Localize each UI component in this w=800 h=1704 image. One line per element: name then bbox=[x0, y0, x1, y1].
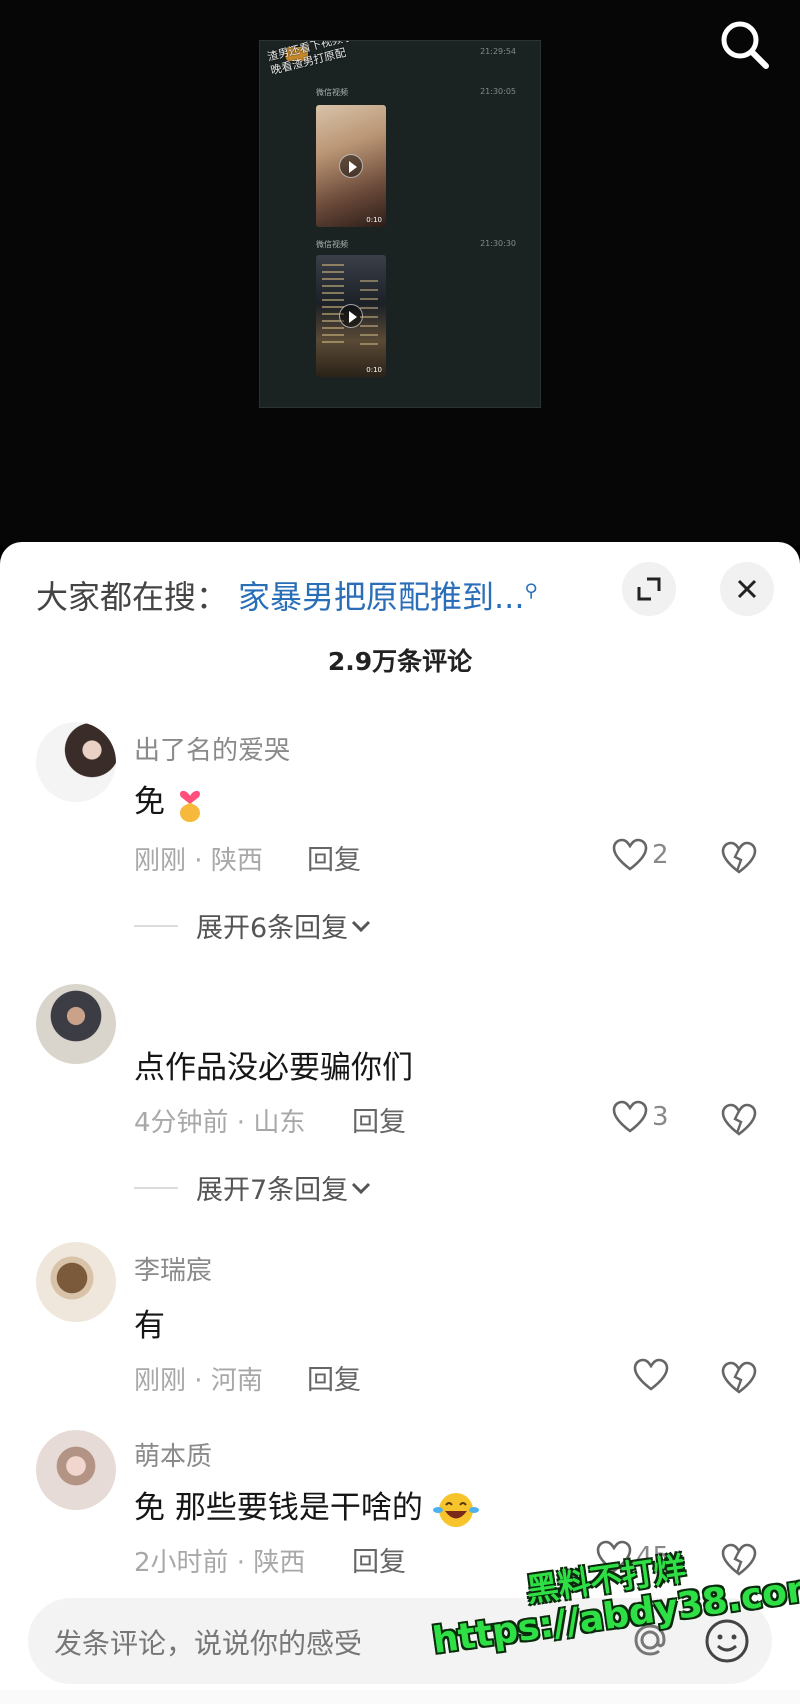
search-button[interactable] bbox=[714, 14, 774, 74]
bottom-strip bbox=[0, 1690, 800, 1704]
search-small-icon: ⚲ bbox=[524, 580, 538, 602]
comment-input-placeholder: 发条评论，说说你的感受 bbox=[54, 1627, 363, 1660]
expand-button[interactable] bbox=[622, 562, 676, 616]
search-icon bbox=[721, 21, 769, 69]
comment-meta: 刚刚 · 河南 bbox=[134, 1366, 263, 1396]
comment-username[interactable]: 萌本质 bbox=[134, 1436, 212, 1473]
chat-timestamp: 21:30:30 bbox=[480, 239, 516, 248]
broken-heart-icon[interactable] bbox=[721, 1542, 757, 1578]
expand-replies-button[interactable]: 展开7条回复 bbox=[134, 1168, 374, 1207]
like-button[interactable] bbox=[633, 1358, 673, 1392]
reply-button[interactable]: 回复 bbox=[352, 1100, 406, 1139]
reply-button[interactable]: 回复 bbox=[307, 1358, 361, 1397]
video-duration: 0:10 bbox=[366, 366, 382, 374]
like-button[interactable]: 45 bbox=[596, 1540, 669, 1574]
comment-item: 出了名的爱哭 免 刚刚 · 陕西 回复 2 展开6条回复 bbox=[0, 722, 800, 962]
heart-icon bbox=[596, 1540, 632, 1573]
sheet-header: 大家都在搜： 家暴男把原配推到...⚲ 2.9万条评论 bbox=[0, 542, 800, 692]
app-root: 渣男还看下视频小三 一路踢了晚看渣男打原配 21:29:54 微信视频 21:3… bbox=[0, 0, 800, 1704]
video-thumbnail: 0:10 bbox=[316, 105, 386, 227]
like-button[interactable]: 2 bbox=[612, 838, 669, 872]
avatar[interactable] bbox=[36, 1430, 116, 1510]
broken-heart-icon[interactable] bbox=[721, 840, 757, 876]
comment-item: 萌本质 免 那些要钱是干啥的 2小时前 · 陕西 回复 45 bbox=[0, 1430, 800, 1590]
broken-heart-icon[interactable] bbox=[721, 1102, 757, 1138]
comment-text: 有 bbox=[134, 1308, 165, 1344]
heart-icon bbox=[633, 1358, 669, 1391]
comment-text-content: 免 bbox=[134, 784, 165, 820]
at-icon[interactable] bbox=[628, 1618, 672, 1662]
video-caption: 渣男还看下视频小三 一路踢了晚看渣男打原配 bbox=[266, 40, 411, 78]
chat-timestamp: 21:29:54 bbox=[480, 47, 516, 56]
chevron-down-icon bbox=[352, 920, 371, 932]
play-icon bbox=[339, 154, 363, 178]
comment-sheet: 大家都在搜： 家暴男把原配推到...⚲ 2.9万条评论 出了名的爱哭 免 刚刚 … bbox=[0, 542, 800, 1704]
reply-button[interactable]: 回复 bbox=[307, 838, 361, 877]
expand-rule bbox=[134, 1186, 178, 1189]
laughing-emoji-icon bbox=[432, 1492, 479, 1527]
expand-icon bbox=[637, 577, 661, 601]
like-count: 2 bbox=[652, 840, 669, 870]
video-frame: 渣男还看下视频小三 一路踢了晚看渣男打原配 21:29:54 微信视频 21:3… bbox=[259, 40, 541, 408]
avatar[interactable] bbox=[36, 1242, 116, 1322]
hot-search-term: 家暴男把原配推到... bbox=[238, 578, 525, 616]
like-button[interactable]: 3 bbox=[612, 1100, 669, 1134]
avatar[interactable] bbox=[36, 984, 116, 1064]
emoji-icon[interactable] bbox=[702, 1616, 752, 1666]
reply-button[interactable]: 回复 bbox=[352, 1540, 406, 1579]
comment-username[interactable]: 出了名的爱哭 bbox=[134, 730, 290, 767]
close-button[interactable] bbox=[720, 562, 774, 616]
video-duration: 0:10 bbox=[366, 216, 382, 224]
heart-icon bbox=[612, 1100, 648, 1133]
expand-rule bbox=[134, 924, 178, 927]
comment-text: 点作品没必要骗你们 bbox=[134, 1050, 413, 1086]
comment-item: 李瑞宸 有 刚刚 · 河南 回复 bbox=[0, 1242, 800, 1412]
chat-label: 微信视频 bbox=[316, 240, 348, 249]
play-icon bbox=[339, 304, 363, 328]
expand-replies-label: 展开7条回复 bbox=[196, 1175, 349, 1206]
chat-label: 微信视频 bbox=[316, 88, 348, 97]
close-icon bbox=[737, 579, 757, 599]
heart-icon bbox=[612, 838, 648, 871]
comment-count: 2.9万条评论 bbox=[327, 647, 473, 676]
comment-text: 免 那些要钱是干啥的 bbox=[134, 1482, 479, 1530]
video-thumbnail: 0:10 bbox=[316, 255, 386, 377]
expand-replies-label: 展开6条回复 bbox=[196, 913, 349, 944]
like-count: 45 bbox=[636, 1542, 670, 1572]
chat-timestamp: 21:30:05 bbox=[480, 87, 516, 96]
comment-input[interactable]: 发条评论，说说你的感受 bbox=[28, 1598, 772, 1684]
hot-search-link[interactable]: 家暴男把原配推到...⚲ bbox=[238, 572, 538, 618]
finger-heart-emoji-icon bbox=[179, 790, 200, 822]
like-count: 3 bbox=[652, 1102, 669, 1132]
broken-heart-icon[interactable] bbox=[721, 1360, 757, 1396]
comment-meta: 2小时前 · 陕西 bbox=[134, 1548, 306, 1578]
comment-item: 点作品没必要骗你们 4分钟前 · 山东 回复 3 展开7条回复 bbox=[0, 984, 800, 1224]
comment-meta: 刚刚 · 陕西 bbox=[134, 846, 263, 876]
comment-text-content: 免 那些要钱是干啥的 bbox=[134, 1490, 423, 1526]
chevron-down-icon bbox=[352, 1182, 371, 1194]
avatar[interactable] bbox=[36, 722, 116, 802]
comment-text: 免 bbox=[134, 776, 205, 822]
video-player[interactable]: 渣男还看下视频小三 一路踢了晚看渣男打原配 21:29:54 微信视频 21:3… bbox=[0, 0, 800, 545]
comment-username[interactable]: 李瑞宸 bbox=[134, 1250, 212, 1287]
hot-search-prefix: 大家都在搜： bbox=[36, 578, 229, 616]
comment-meta: 4分钟前 · 山东 bbox=[134, 1108, 306, 1138]
expand-replies-button[interactable]: 展开6条回复 bbox=[134, 906, 374, 945]
